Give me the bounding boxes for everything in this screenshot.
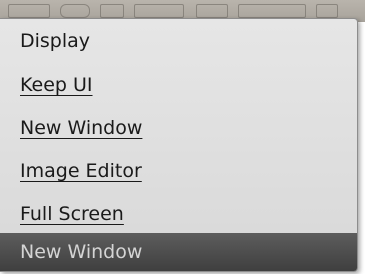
menu-item-new-window[interactable]: New Window (0, 108, 357, 148)
menu-item-label: Full Screen (20, 203, 124, 225)
screen: Display Keep UI New Window Image Editor … (0, 0, 365, 274)
header-widget (60, 4, 90, 18)
menu-item-label: Keep UI (20, 74, 93, 96)
dropdown-selected-value[interactable]: New Window (0, 233, 357, 271)
header-widget (134, 4, 184, 18)
menu-item-full-screen[interactable]: Full Screen (0, 194, 357, 234)
header-widget (238, 4, 306, 18)
menu-item-image-editor[interactable]: Image Editor (0, 151, 357, 191)
menu-title: Display (0, 19, 357, 63)
menu-item-label: New Window (20, 117, 143, 139)
header-widget (8, 4, 50, 18)
display-mode-dropdown-menu: Display Keep UI New Window Image Editor … (0, 18, 358, 272)
header-widget (196, 4, 228, 18)
selected-value-label: New Window (20, 241, 143, 263)
header-widget (100, 4, 124, 18)
menu-item-keep-ui[interactable]: Keep UI (0, 65, 357, 105)
header-widget (316, 4, 338, 18)
menu-item-label: Image Editor (20, 160, 142, 182)
menu-title-label: Display (20, 30, 91, 52)
